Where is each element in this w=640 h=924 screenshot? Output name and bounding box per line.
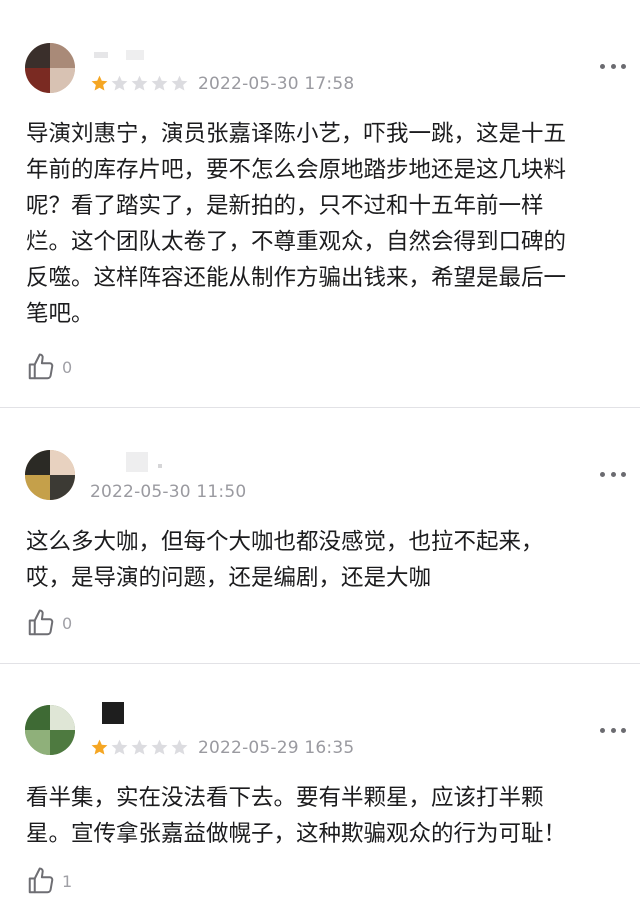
like-button[interactable]: 0 (26, 352, 72, 382)
comment-card: 2022-05-30 11:50 这么多大咖，但每个大咖也都没感觉，也拉不起来，… (0, 408, 640, 663)
thumbs-up-icon (28, 867, 54, 894)
username-blurred[interactable] (90, 452, 170, 472)
comment-text: 这么多大咖，但每个大咖也都没感觉，也拉不起来， 哎，是导演的问题，还是编剧，还是… (26, 529, 544, 591)
rating-stars (90, 74, 189, 94)
rating-stars (90, 738, 189, 758)
star-icon (91, 739, 108, 755)
like-count: 1 (62, 871, 73, 891)
star-icon (171, 739, 188, 755)
thumbs-up-icon (28, 609, 54, 636)
star-icon (151, 739, 168, 755)
more-icon[interactable] (600, 62, 626, 70)
like-button[interactable]: 1 (26, 866, 72, 896)
avatar[interactable] (25, 450, 75, 500)
more-icon[interactable] (600, 470, 626, 478)
star-icon (151, 75, 168, 91)
star-icon (131, 75, 148, 91)
like-button[interactable]: 0 (26, 608, 72, 638)
comment-card: 2022-05-30 17:58 导演刘惠宁，演员张嘉译陈小艺，吓我一跳，这是十… (0, 0, 640, 407)
username-blurred[interactable] (90, 702, 150, 728)
star-icon (171, 75, 188, 91)
comment-text: 看半集，实在没法看下去。要有半颗星，应该打半颗 星。宣传拿张嘉益做幌子，这种欺骗… (26, 785, 567, 847)
star-icon (91, 75, 108, 91)
thumbs-up-icon (28, 353, 54, 380)
comment-date: 2022-05-30 17:58 (198, 74, 355, 94)
star-icon (131, 739, 148, 755)
comment-text: 导演刘惠宁，演员张嘉译陈小艺，吓我一跳，这是十五 年前的库存片吧，要不怎么会原地… (26, 121, 567, 327)
star-icon (111, 739, 128, 755)
like-count: 0 (62, 613, 73, 633)
comment-date: 2022-05-29 16:35 (198, 738, 355, 758)
username-blurred[interactable] (90, 46, 160, 64)
comment-card: 2022-05-29 16:35 看半集，实在没法看下去。要有半颗星，应该打半颗… (0, 664, 640, 924)
star-icon (111, 75, 128, 91)
like-count: 0 (62, 357, 73, 377)
comment-date: 2022-05-30 11:50 (90, 482, 247, 502)
more-icon[interactable] (600, 726, 626, 734)
avatar[interactable] (25, 705, 75, 755)
avatar[interactable] (25, 43, 75, 93)
